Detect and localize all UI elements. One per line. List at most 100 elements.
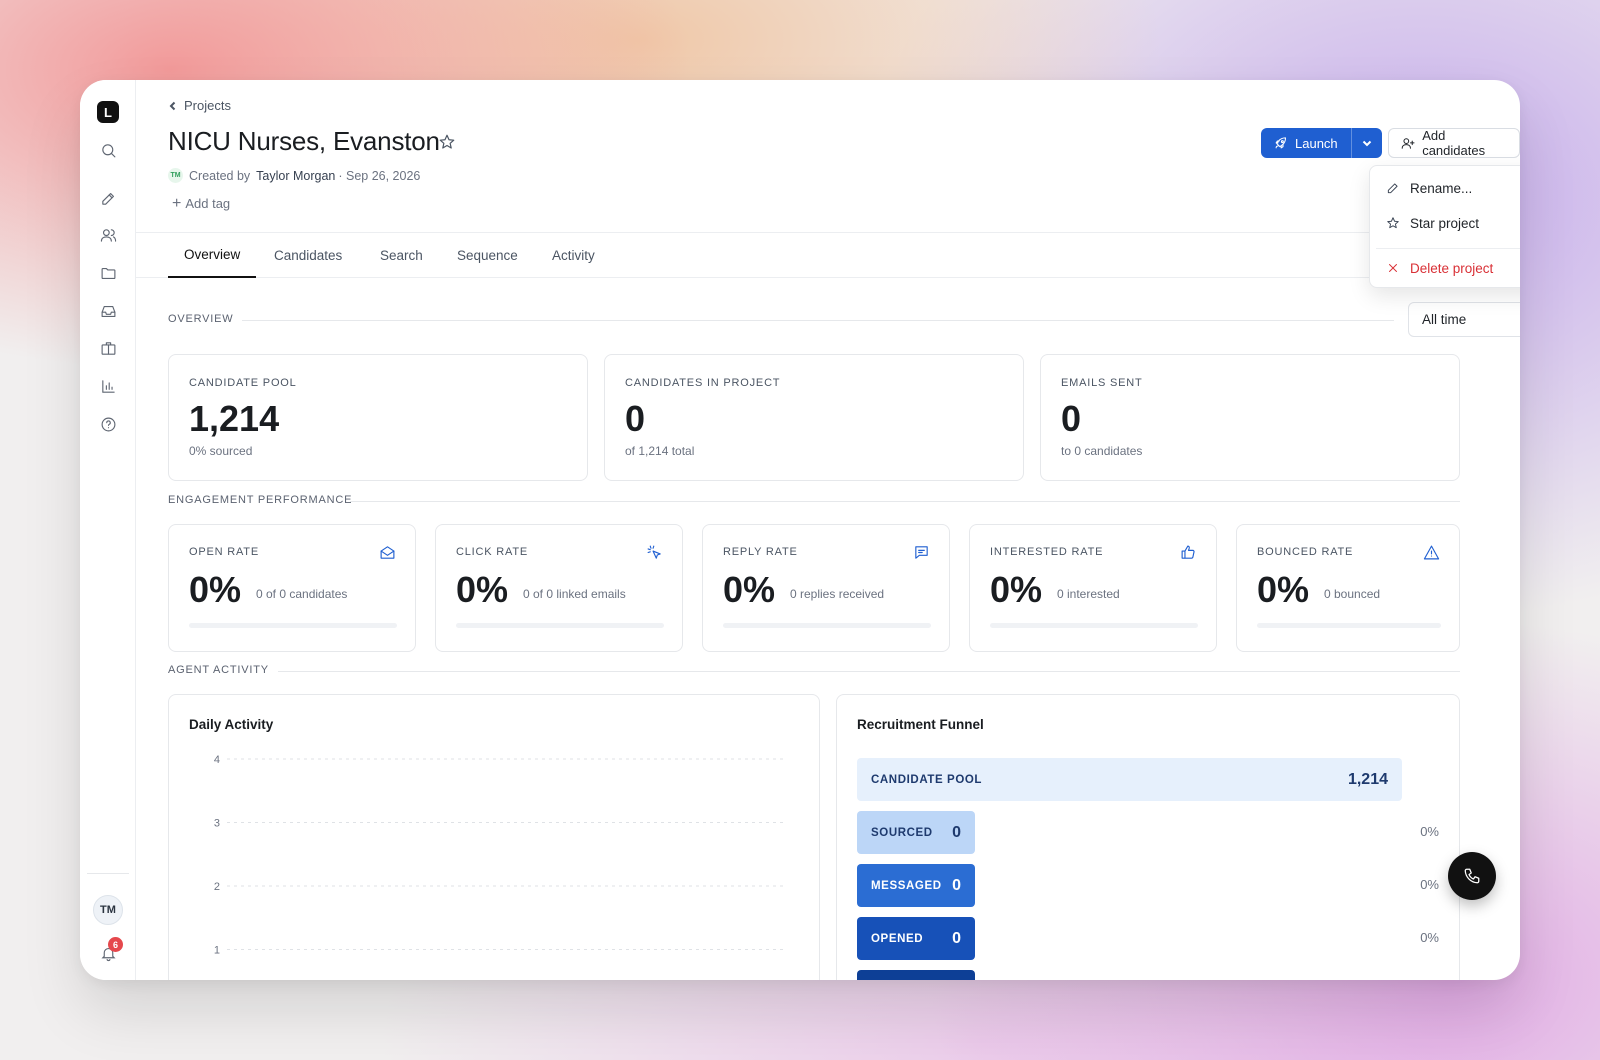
funnel-row (857, 970, 975, 980)
phone-icon (1464, 868, 1480, 884)
funnel-stage-label: CANDIDATE POOL (871, 773, 983, 786)
created-date: · Sep 26, 2026 (338, 168, 421, 183)
tab-sequence[interactable]: Sequence (457, 233, 518, 278)
star-label: Star project (1410, 215, 1480, 231)
tab-activity[interactable]: Activity (552, 233, 595, 278)
main-content: Projects NICU Nurses, Evanston TM Create… (136, 80, 1520, 980)
inbox-icon[interactable] (96, 299, 120, 323)
agent-activity-section-label: AGENT ACTIVITY (168, 664, 269, 676)
cursor-click-icon (646, 544, 664, 562)
pencil-icon[interactable] (96, 186, 120, 210)
funnel-stage-value: 0 (952, 929, 961, 947)
stat-label: CANDIDATES IN PROJECT (625, 377, 781, 389)
rate-sub: 0 of 0 linked emails (523, 587, 626, 601)
project-menu: Rename... Star project Delete project (1369, 165, 1520, 288)
daily-activity-chart: 4 3 2 1 (214, 754, 787, 957)
creator-name[interactable]: Taylor Morgan (256, 169, 335, 183)
rate-card-bounced: BOUNCED RATE 0% 0 bounced (1236, 524, 1460, 652)
tab-candidates[interactable]: Candidates (274, 233, 342, 278)
add-tag-label: Add tag (185, 196, 231, 211)
engagement-section-label: ENGAGEMENT PERFORMANCE (168, 494, 353, 506)
funnel-stage-percent: 0% (1420, 877, 1439, 892)
tab-bar: Overview Candidates Search Sequence Acti… (136, 232, 1520, 278)
stat-sub: of 1,214 total (625, 444, 695, 458)
rocket-icon (1275, 136, 1287, 148)
overview-section-label: OVERVIEW (168, 313, 234, 325)
y-tick-label: 1 (214, 945, 220, 957)
message-icon (913, 544, 931, 562)
menu-divider (1376, 248, 1520, 249)
add-candidates-button[interactable]: Add candidates (1388, 128, 1520, 158)
rate-value: 0% (456, 569, 509, 610)
rate-card-reply: REPLY RATE 0% 0 replies received (702, 524, 950, 652)
rate-sub: 0 of 0 candidates (256, 587, 348, 601)
app-logo[interactable]: L (97, 101, 119, 123)
help-icon[interactable] (96, 412, 120, 436)
delete-label: Delete project (1410, 260, 1494, 276)
stat-value: 0 (1061, 398, 1082, 439)
stat-sub: 0% sourced (189, 444, 253, 458)
chevron-down-icon (1362, 140, 1371, 147)
time-filter-value: All time (1422, 312, 1467, 327)
rate-sub: 0 interested (1057, 587, 1120, 601)
project-meta: TM Created by Taylor Morgan · Sep 26, 20… (168, 168, 420, 183)
mail-open-icon (379, 544, 397, 562)
stat-value: 1,214 (189, 398, 280, 439)
funnel-row: OPENED 0 (857, 917, 975, 960)
bar-chart-icon[interactable] (96, 374, 120, 398)
breadcrumb[interactable]: Projects (168, 98, 231, 113)
page-title: NICU Nurses, Evanston (168, 126, 440, 156)
rate-card-interested: INTERESTED RATE 0% 0 interested (969, 524, 1217, 652)
thumbs-up-icon (1180, 544, 1198, 562)
rate-value: 0% (189, 569, 242, 610)
recruitment-funnel-panel: Recruitment Funnel CANDIDATE POOL 1,214 SO… (836, 694, 1460, 980)
rate-card-open: OPEN RATE 0% 0 of 0 candidates (168, 524, 416, 652)
stat-label: CANDIDATE POOL (189, 377, 297, 389)
section-divider (278, 671, 1460, 672)
folder-icon[interactable] (96, 261, 120, 285)
funnel-stage-value: 1,214 (1347, 770, 1388, 788)
section-divider (350, 501, 1460, 502)
created-by-label: Created by (189, 168, 251, 183)
time-filter-select[interactable]: All time (1408, 302, 1520, 337)
rate-progress-bar (990, 623, 1198, 628)
rate-label: CLICK RATE (456, 546, 528, 558)
rate-sub: 0 replies received (790, 587, 885, 601)
menu-item-star[interactable]: Star project (1376, 207, 1520, 239)
phone-call-button[interactable] (1448, 852, 1496, 900)
menu-item-delete[interactable]: Delete project (1376, 252, 1520, 284)
rate-value: 0% (1257, 569, 1310, 610)
tab-overview[interactable]: Overview (168, 233, 257, 278)
daily-activity-panel: Daily Activity 4321 (168, 694, 820, 980)
y-tick-label: 4 (214, 754, 220, 766)
add-tag-button[interactable]: + Add tag (172, 196, 231, 212)
star-icon[interactable] (438, 133, 456, 151)
rate-sub: 0 bounced (1324, 587, 1381, 601)
alert-triangle-icon (1423, 544, 1441, 562)
user-plus-icon (1401, 137, 1415, 149)
rate-value: 0% (990, 569, 1043, 610)
notification-badge: 6 (108, 937, 123, 952)
launch-dropdown-button[interactable] (1352, 128, 1382, 158)
menu-item-rename[interactable]: Rename... (1376, 172, 1520, 204)
rate-card-click: CLICK RATE 0% 0 of 0 linked emails (435, 524, 683, 652)
launch-label: Launch (1295, 135, 1338, 151)
users-icon[interactable] (96, 223, 120, 247)
rate-label: OPEN RATE (189, 546, 259, 558)
launch-button[interactable]: Launch (1261, 128, 1352, 158)
stat-sub: to 0 candidates (1061, 444, 1143, 458)
funnel-stage-label: OPENED (871, 932, 924, 945)
search-icon[interactable] (96, 138, 120, 162)
rate-label: INTERESTED RATE (990, 546, 1104, 558)
funnel-row: MESSAGED 0 (857, 864, 975, 907)
y-tick-label: 3 (214, 818, 220, 830)
breadcrumb-projects[interactable]: Projects (184, 98, 231, 113)
creator-avatar: TM (168, 168, 183, 183)
star-icon (1387, 217, 1399, 229)
briefcase-icon[interactable] (96, 336, 120, 360)
stat-label: EMAILS SENT (1061, 377, 1143, 389)
tab-search[interactable]: Search (380, 233, 423, 278)
user-avatar[interactable]: TM (93, 895, 123, 925)
add-candidates-label: Add candidates (1422, 128, 1486, 158)
funnel-row: SOURCED 0 (857, 811, 975, 854)
